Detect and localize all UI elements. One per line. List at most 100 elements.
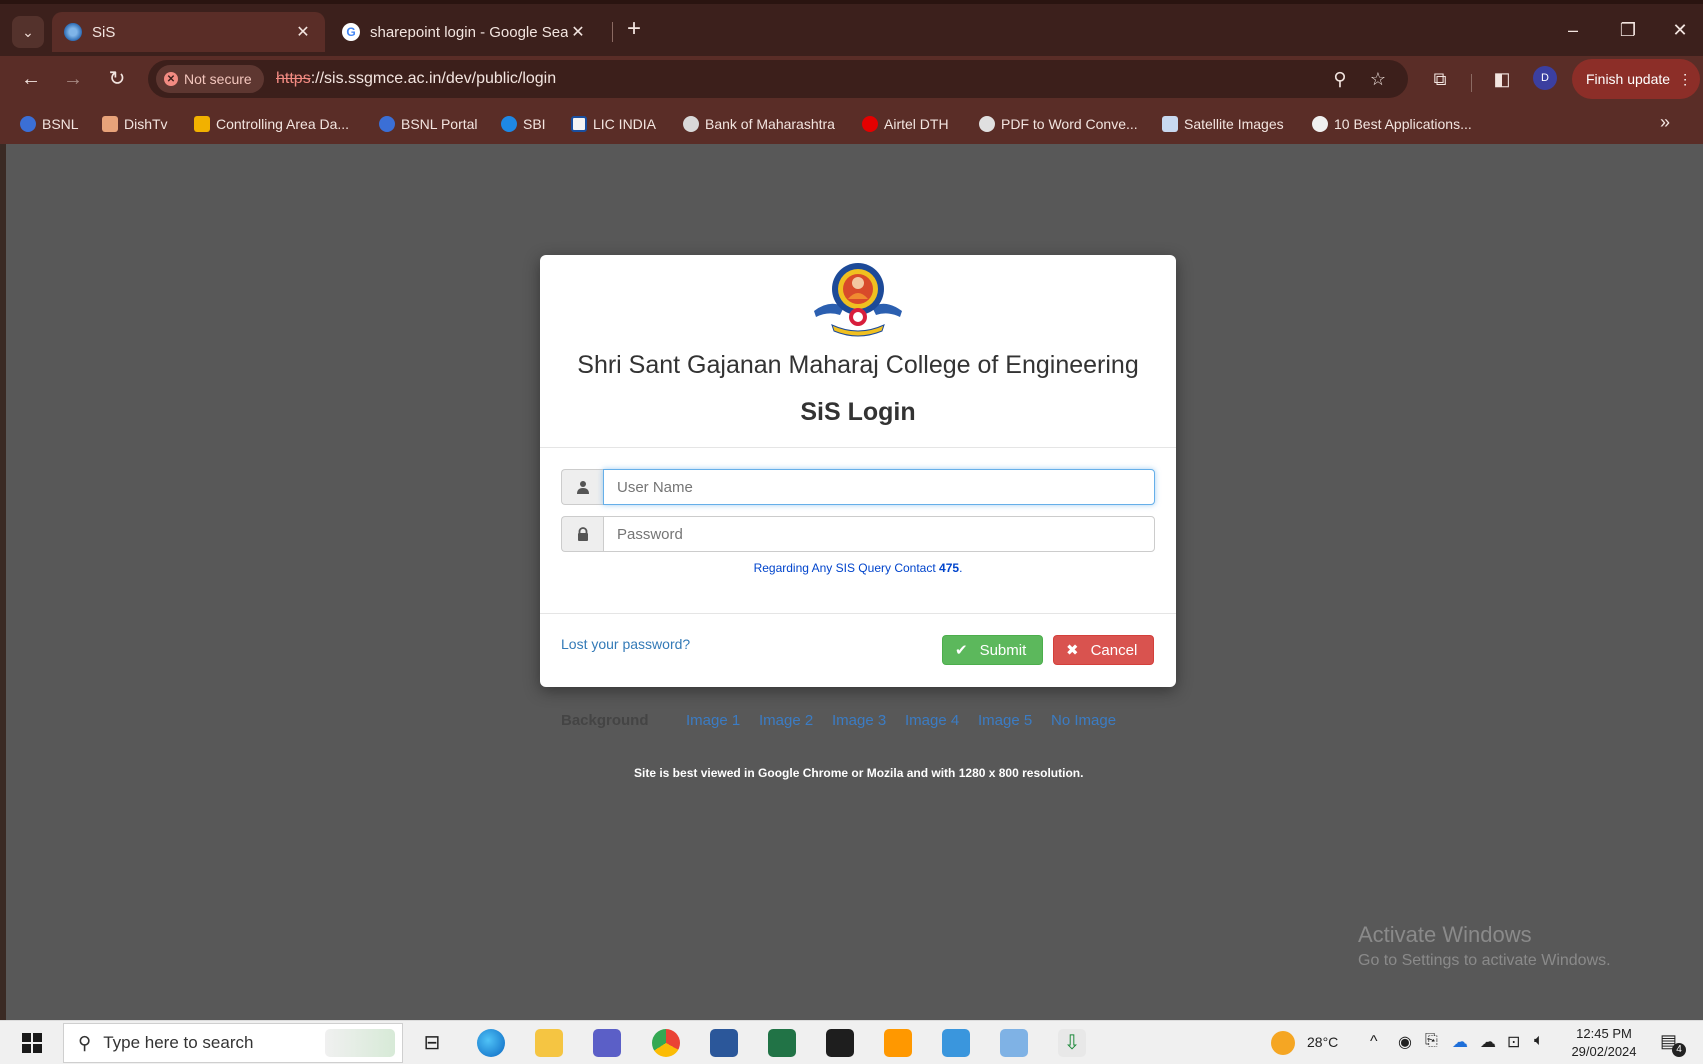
- paint-icon[interactable]: [1000, 1029, 1028, 1057]
- notification-count: 4: [1672, 1043, 1686, 1057]
- password-group: [561, 516, 1155, 552]
- notification-icon[interactable]: ▤ 4: [1660, 1031, 1686, 1057]
- tab-title: sharepoint login - Google Searc: [370, 23, 568, 41]
- more-bookmarks-icon[interactable]: »: [1660, 112, 1670, 133]
- url-scheme: https: [276, 70, 311, 87]
- profile-avatar[interactable]: D: [1533, 66, 1557, 90]
- bsnl-icon: [20, 116, 36, 132]
- new-tab-button[interactable]: +: [620, 16, 648, 44]
- file-explorer-icon[interactable]: [535, 1029, 563, 1057]
- security-label: Not secure: [184, 71, 252, 87]
- download-manager-icon[interactable]: ⇩: [1058, 1029, 1086, 1057]
- word-icon[interactable]: [710, 1029, 738, 1057]
- windows-start-icon[interactable]: [22, 1033, 42, 1053]
- finish-update-button[interactable]: Finish update ⋮: [1572, 59, 1700, 99]
- clock-time: 12:45 PM: [1576, 1026, 1632, 1041]
- taskbar-search-placeholder: Type here to search: [103, 1033, 254, 1052]
- background-image-4-link[interactable]: Image 4: [905, 712, 959, 729]
- back-arrow-icon[interactable]: ←: [16, 64, 46, 94]
- chrome-icon[interactable]: [652, 1029, 680, 1057]
- close-icon[interactable]: ✕: [568, 22, 588, 42]
- speaker-icon[interactable]: 🔈︎: [1534, 1032, 1544, 1050]
- google-icon: G: [342, 23, 360, 41]
- lost-password-link[interactable]: Lost your password?: [561, 636, 690, 652]
- bookmarks-bar: BSNL DishTv Controlling Area Da... BSNL …: [0, 102, 1703, 144]
- teams-icon[interactable]: [593, 1029, 621, 1057]
- bookmark-satellite-images[interactable]: Satellite Images: [1162, 113, 1284, 135]
- meet-icon[interactable]: ⎘: [1425, 1032, 1438, 1050]
- bookmark-dishtv[interactable]: DishTv: [102, 113, 168, 135]
- bookmark-sbi[interactable]: SBI: [501, 113, 546, 135]
- network-icon[interactable]: ⊡: [1507, 1032, 1520, 1052]
- record-icon[interactable]: ◉: [1398, 1032, 1412, 1052]
- extensions-icon[interactable]: ⧉: [1428, 68, 1452, 92]
- more-menu-icon: ⋮: [1678, 70, 1693, 87]
- background-image-2-link[interactable]: Image 2: [759, 712, 813, 729]
- app-icon: [1312, 116, 1328, 132]
- college-name: Shri Sant Gajanan Maharaj College of Eng…: [577, 351, 1139, 379]
- close-icon[interactable]: ✕: [293, 22, 313, 42]
- temperature[interactable]: 28°C: [1307, 1034, 1338, 1050]
- background-no-image-link[interactable]: No Image: [1051, 712, 1116, 729]
- sis-favicon-icon: [64, 23, 82, 41]
- minimize-icon[interactable]: –: [1553, 14, 1593, 46]
- address-bar[interactable]: ✕ Not secure https://sis.ssgmce.ac.in/de…: [148, 60, 1408, 98]
- powershell-icon[interactable]: [942, 1029, 970, 1057]
- submit-button[interactable]: ✔ Submit: [942, 635, 1043, 665]
- toolbar-divider: [1471, 74, 1472, 92]
- bookmark-airtel-dth[interactable]: Airtel DTH: [862, 113, 949, 135]
- sublime-icon[interactable]: [884, 1029, 912, 1057]
- password-input[interactable]: [603, 516, 1155, 552]
- sbi-icon: [501, 116, 517, 132]
- bookmark-bank-of-maharashtra[interactable]: Bank of Maharashtra: [683, 113, 835, 135]
- url-text[interactable]: https://sis.ssgmce.ac.in/dev/public/logi…: [276, 70, 556, 88]
- background-image-5-link[interactable]: Image 5: [978, 712, 1032, 729]
- restore-icon[interactable]: ❐: [1608, 14, 1648, 46]
- warning-icon: ✕: [164, 72, 178, 86]
- lock-icon: [561, 516, 603, 552]
- bookmark-lic-india[interactable]: LIC INDIA: [571, 113, 656, 135]
- window-close-icon[interactable]: ✕: [1660, 14, 1700, 46]
- tab-google-search[interactable]: G sharepoint login - Google Searc ✕: [330, 12, 600, 52]
- checkmark-icon: ✔: [955, 642, 968, 659]
- tab-sis[interactable]: SiS ✕: [52, 12, 325, 52]
- bookmark-label: Bank of Maharashtra: [705, 116, 835, 132]
- frog-widget-icon[interactable]: [325, 1029, 395, 1057]
- chevron-up-icon[interactable]: ^: [1370, 1033, 1378, 1051]
- forward-arrow-icon[interactable]: →: [58, 64, 88, 94]
- edge-icon[interactable]: [477, 1029, 505, 1057]
- cancel-button[interactable]: ✖ Cancel: [1053, 635, 1154, 665]
- pdf-icon: [979, 116, 995, 132]
- background-image-3-link[interactable]: Image 3: [832, 712, 886, 729]
- bookmark-bsnl-portal[interactable]: BSNL Portal: [379, 113, 478, 135]
- security-chip[interactable]: ✕ Not secure: [156, 65, 264, 93]
- onedrive-sync-icon[interactable]: ☁: [1452, 1032, 1468, 1052]
- tab-title: SiS: [92, 23, 116, 41]
- clock[interactable]: 12:45 PM 29/02/2024: [1568, 1025, 1640, 1061]
- tab-divider: [612, 22, 613, 42]
- tab-search-button[interactable]: ⌄: [12, 16, 44, 48]
- username-input[interactable]: [603, 469, 1155, 505]
- side-panel-icon[interactable]: ◧: [1490, 68, 1514, 92]
- login-title: SiS Login: [800, 398, 916, 426]
- terminal-icon[interactable]: [826, 1029, 854, 1057]
- background-image-1-link[interactable]: Image 1: [686, 712, 740, 729]
- zoom-icon[interactable]: ⚲: [1328, 68, 1352, 92]
- bookmark-best-applications[interactable]: 10 Best Applications...: [1312, 113, 1472, 135]
- weather-sun-icon[interactable]: [1271, 1031, 1295, 1055]
- bookmark-controlling-area[interactable]: Controlling Area Da...: [194, 113, 349, 135]
- excel-icon[interactable]: [768, 1029, 796, 1057]
- globe-icon: [683, 116, 699, 132]
- bookmark-bsnl[interactable]: BSNL: [20, 113, 79, 135]
- footer-divider: [540, 613, 1176, 614]
- login-panel: Shri Sant Gajanan Maharaj College of Eng…: [540, 255, 1176, 687]
- task-view-icon[interactable]: ⊟: [418, 1029, 446, 1057]
- star-icon[interactable]: ☆: [1366, 68, 1390, 92]
- bookmark-label: PDF to Word Conve...: [1001, 116, 1138, 132]
- scn-icon: [194, 116, 210, 132]
- bookmark-pdf-to-word[interactable]: PDF to Word Conve...: [979, 113, 1138, 135]
- cloud-icon[interactable]: ☁: [1480, 1032, 1496, 1052]
- username-group: [561, 469, 1155, 505]
- header-divider: [540, 447, 1176, 448]
- reload-icon[interactable]: ↻: [102, 64, 132, 94]
